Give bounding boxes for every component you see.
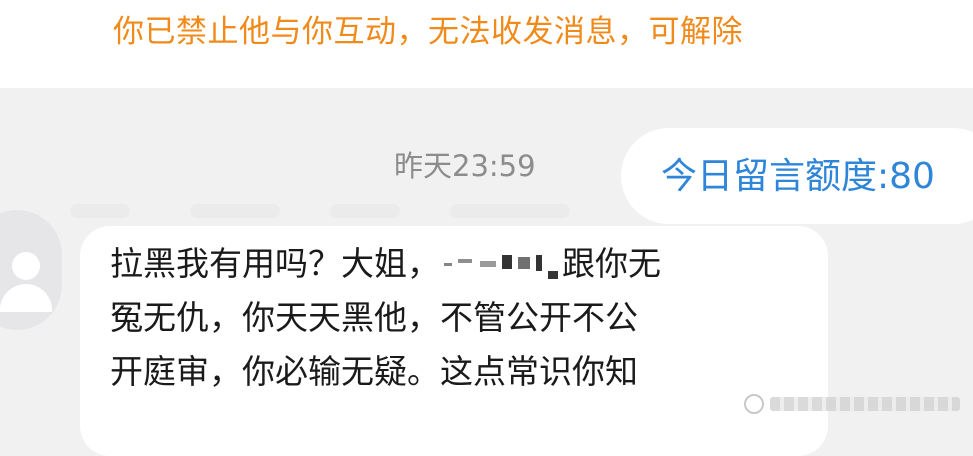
weibo-watermark-icon [744,394,764,414]
sender-avatar[interactable] [0,210,62,330]
message-line-1-end: 跟你无 [562,244,661,283]
message-quota-text: 今日留言额度:80 [661,156,935,197]
message-line-3: 开庭审，你必输无疑。这点常识你知 [110,352,638,391]
faded-text-row [70,198,630,224]
message-quota-badge: 今日留言额度:80 [621,128,973,224]
message-timestamp: 昨天23:59 [394,149,536,183]
weibo-watermark [744,392,966,416]
message-line-1: 拉黑我有用吗？大姐， 跟你无 [110,238,661,290]
avatar-head-icon [12,252,40,280]
avatar-body-icon [0,284,52,312]
block-notice-text[interactable]: 你已禁止他与你互动，无法收发消息，可解除 [113,10,743,54]
watermark-blur [770,397,960,411]
redacted-name-mark [440,251,562,279]
message-line-1-start: 拉黑我有用吗？大姐， [110,244,440,283]
incoming-message-bubble[interactable]: 拉黑我有用吗？大姐， 跟你无 冤无仇，你天天黑他，不管公开不公 开庭审，你必输无疑… [80,226,828,456]
block-notice-bar: 你已禁止他与你互动，无法收发消息，可解除 [0,0,973,88]
message-line-2: 冤无仇，你天天黑他，不管公开不公 [110,298,638,337]
